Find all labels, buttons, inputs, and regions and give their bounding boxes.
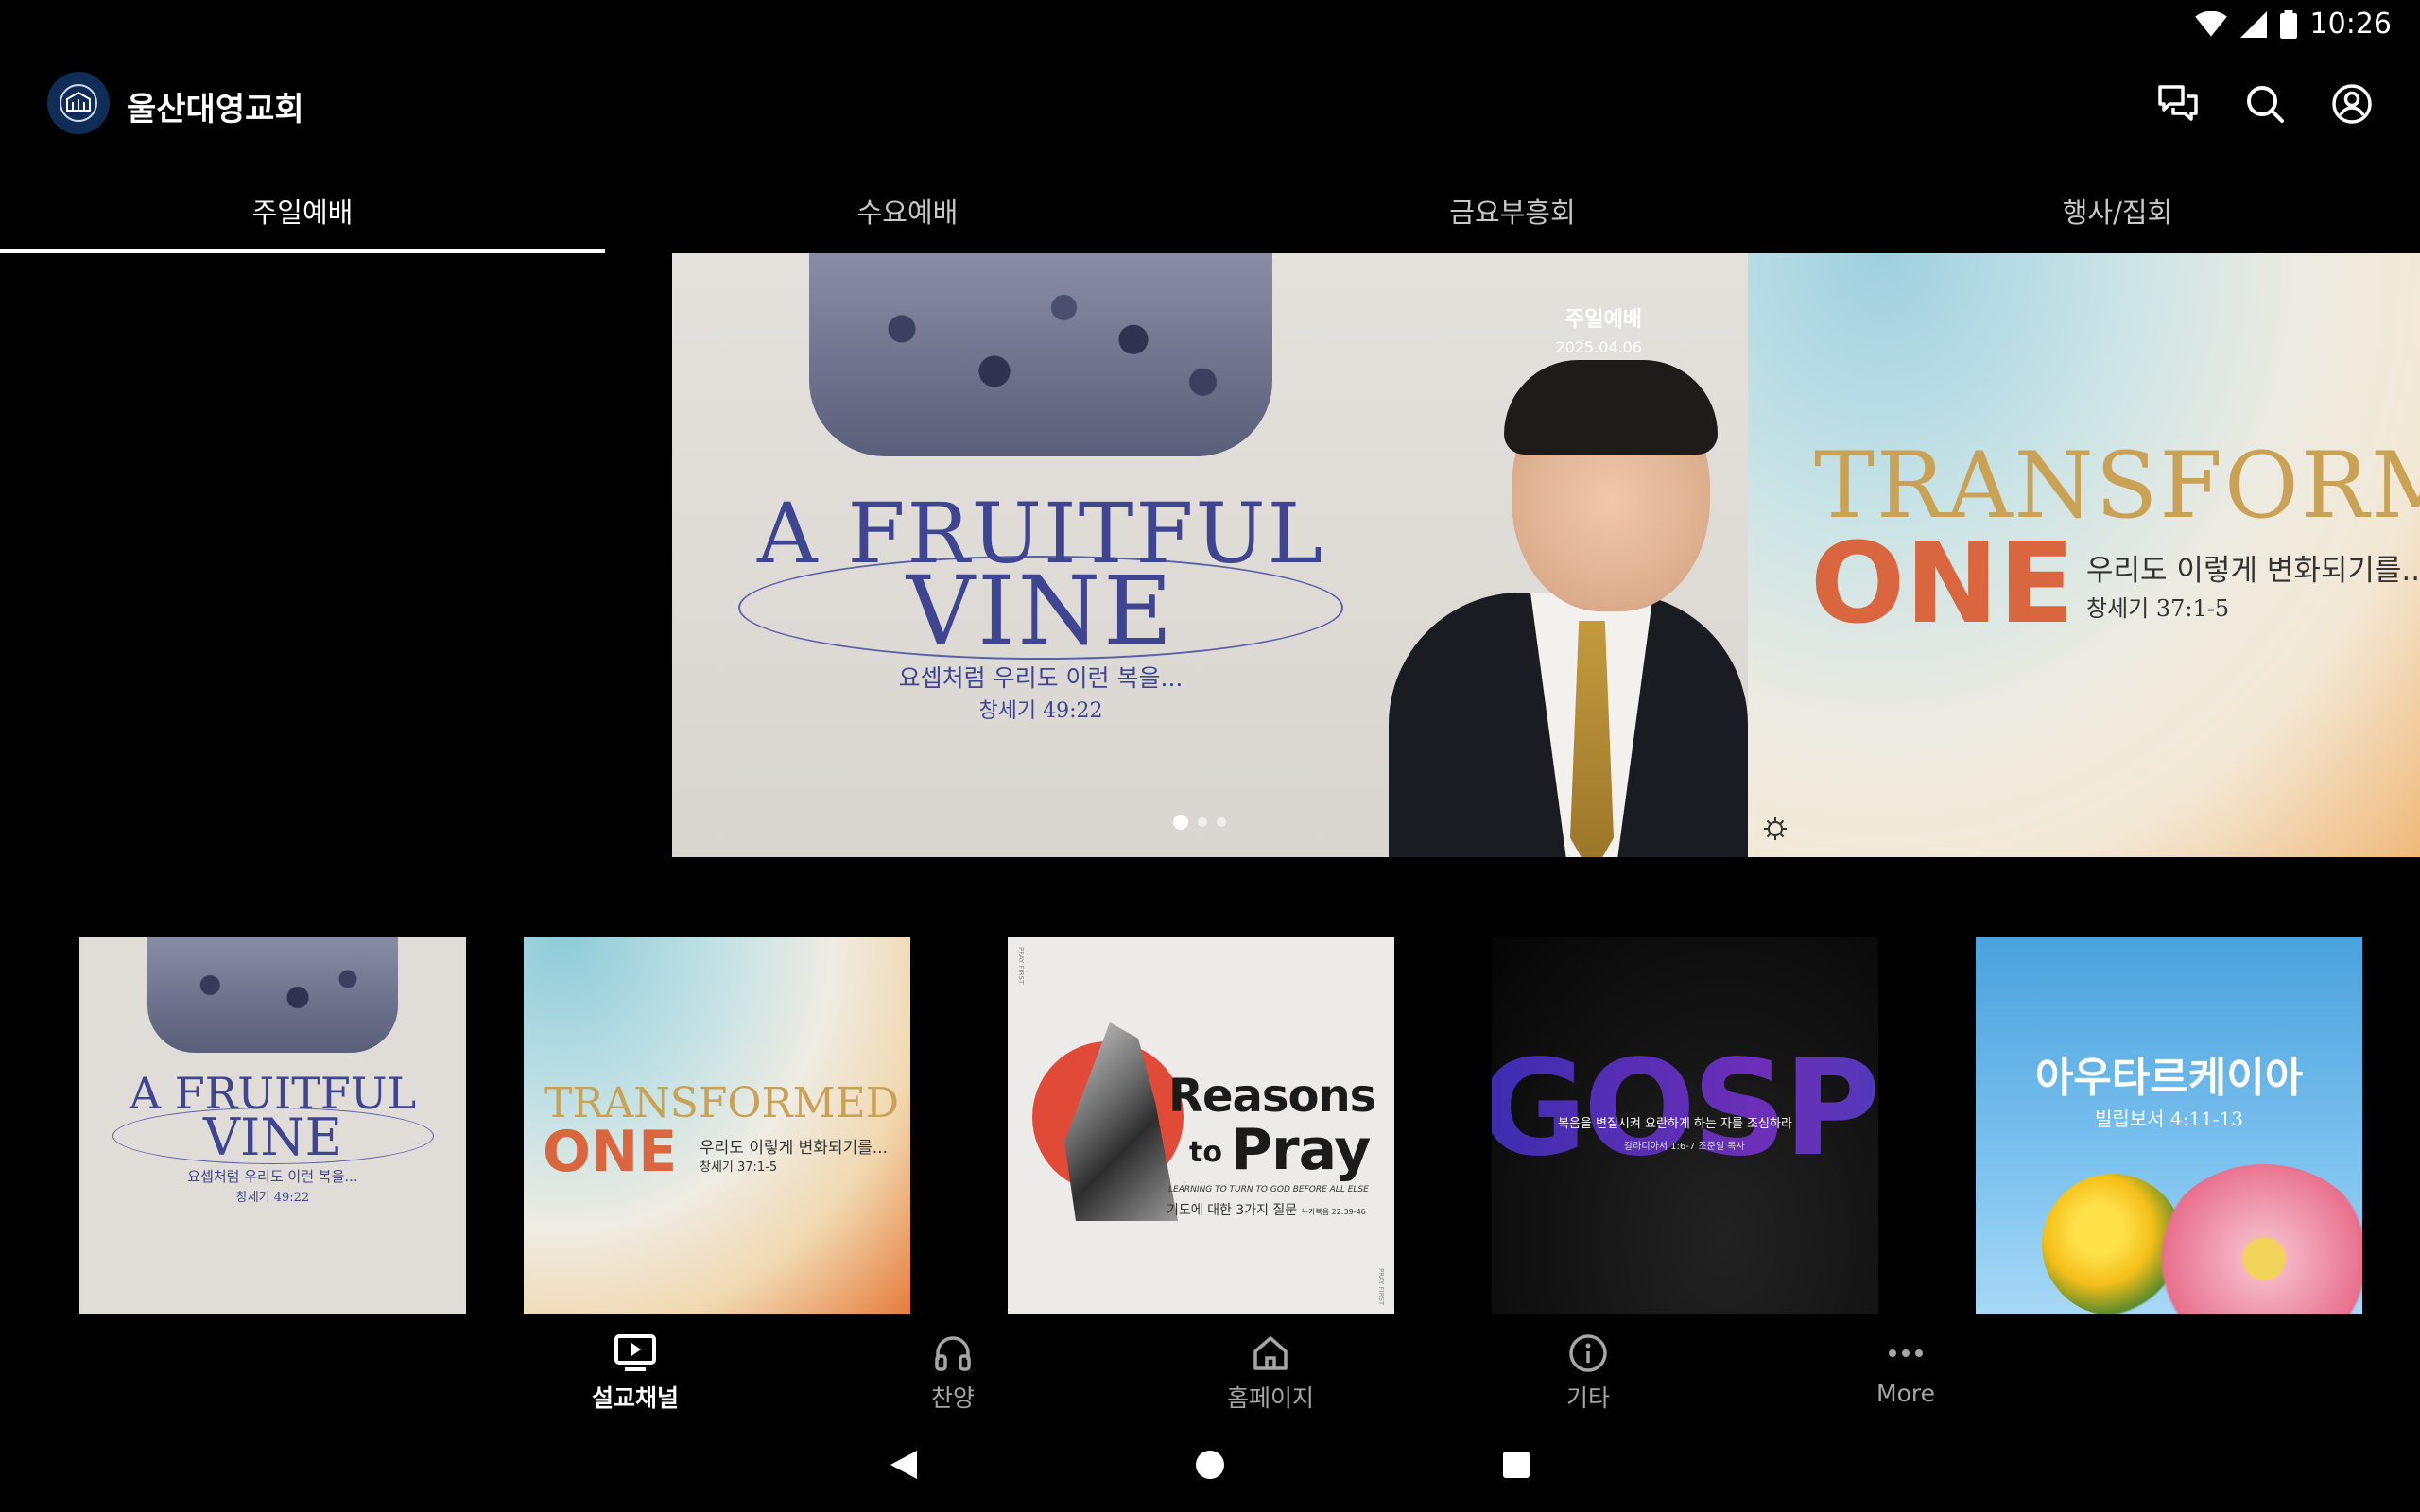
thumbnail-side-text: PRAY FIRST [1377,1267,1385,1305]
nav-label: 찬양 [930,1384,975,1412]
wifi-icon [2194,10,2227,37]
slide-tag-label: 주일예배 [1565,308,1642,332]
thumbnail-tagline: LEARNING TO TURN TO GOD BEFORE ALL ELSE [1168,1185,1369,1194]
sermon-thumbnail[interactable]: Reasons to Pray LEARNING TO TURN TO GOD … [1008,937,1394,1314]
nav-item-sermon-channel[interactable]: 설교채널 [476,1323,794,1418]
nav-item-more[interactable]: More [1747,1323,2065,1418]
thumbnail-scripture: 갈라디아서 1:6-7 조준일 목사 [1624,1142,1745,1152]
hero-carousel[interactable]: A FRUITFUL VINE 요셉처럼 우리도 이런 복을... 창세기 49… [672,253,2420,857]
grapes-image [809,253,1272,456]
account-icon[interactable] [2331,83,2373,125]
sermon-thumbnail[interactable]: GOSPEL 복음을 변질시켜 요란하게 하는 자를 조심하라 갈라디아서 1:… [1492,937,1878,1314]
tv-play-icon [613,1331,658,1376]
recents-icon[interactable] [1497,1446,1535,1484]
home-circle-icon[interactable] [1191,1446,1229,1484]
tab-sunday-worship[interactable]: 주일예배 [0,180,605,253]
sermon-thumbnail[interactable]: 아우타르케이아 빌립보서 4:11-13 [1976,937,2362,1314]
tab-bar: 주일예배 수요예배 금요부흥회 행사/집회 [0,180,2420,253]
thumbnail-subtitle: 기도에 대한 3가지 질문 누가복음 22:39-46 [1167,1200,1366,1219]
slide-title-line2: ONE [1810,518,2075,648]
thumbnail-title: GOSPEL [1492,1032,1878,1186]
status-time: 10:26 [2309,8,2392,41]
thumbnail-scripture: 누가복음 22:39-46 [1301,1208,1366,1216]
carousel-dots [1173,815,1226,830]
sermon-thumbnail[interactable]: A FRUITFUL VINE 요셉처럼 우리도 이런 복을... 창세기 49… [79,937,466,1314]
slide-subtitle: 요셉처럼 우리도 이런 복을... [898,664,1184,692]
thumbnail-subtitle-text: 기도에 대한 3가지 질문 [1167,1203,1298,1218]
search-icon[interactable] [2244,83,2286,125]
thumbnail-title-line1: Reasons [1168,1070,1376,1123]
carousel-dot[interactable] [1173,815,1188,830]
tab-wednesday-worship[interactable]: 수요예배 [605,180,1210,253]
nav-item-etc[interactable]: 기타 [1429,1323,1747,1418]
chat-icon[interactable] [2157,83,2199,125]
nav-label: 설교채널 [591,1384,679,1412]
nav-item-homepage[interactable]: 홈페이지 [1112,1323,1429,1418]
thumbnail-scripture: 창세기 37:1-5 [700,1160,778,1175]
thumbnail-title-line2: ONE [543,1119,678,1185]
pastor-photo [1389,360,1748,857]
carousel-dot[interactable] [1217,817,1226,827]
sermon-thumbnail-row: A FRUITFUL VINE 요셉처럼 우리도 이런 복을... 창세기 49… [0,937,2420,1315]
carousel-dot[interactable] [1198,817,1207,827]
grapes-image [147,937,398,1053]
slide-scripture: 창세기 37:1-5 [2086,595,2230,622]
sermon-thumbnail[interactable]: TRANSFORMED ONE 우리도 이렇게 변화되기를... 창세기 37:… [524,937,910,1314]
thumbnail-scripture: 빌립보서 4:11-13 [2094,1108,2244,1130]
thumbnail-subtitle: 우리도 이렇게 변화되기를... [700,1139,889,1158]
thumbnail-subtitle: 복음을 변질시켜 요란하게 하는 자를 조심하라 [1558,1117,1792,1131]
more-icon [1883,1331,1928,1376]
nav-item-praise[interactable]: 찬양 [794,1323,1112,1418]
signal-icon [2239,10,2267,38]
tab-friday-revival[interactable]: 금요부흥회 [1210,180,1815,253]
slide-date: 2025.04.06 [1555,338,1642,356]
headphones-icon [930,1331,976,1376]
battery-icon [2279,9,2297,39]
home-icon [1248,1331,1293,1376]
info-icon [1565,1331,1611,1376]
status-bar: 10:26 [0,0,2420,49]
thumbnail-side-text: PRAY FIRST [1017,947,1025,985]
thumbnail-title-to: to [1189,1136,1222,1169]
slide-tag: 주일예배 2025.04.06 [1555,302,1642,356]
thumbnail-title-line2: Pray [1231,1117,1371,1183]
slide-title-line2: VINE [906,556,1176,666]
nav-label: More [1876,1380,1935,1407]
app-header: 울산대영교회 [47,66,2373,142]
church-logo-icon[interactable] [47,72,110,134]
thumbnail-title-line2: VINE [203,1108,342,1167]
sun-logo-icon [1764,817,1787,840]
system-navigation-bar [0,1438,2420,1491]
carousel-slide-transformed-one[interactable]: TRANSFORMED ONE 우리도 이렇게 변화되기를... 창세기 37:… [1748,253,2420,857]
bottom-navigation: 설교채널 찬양 홈페이지 기타 More [476,1323,2065,1418]
carousel-slide-fruitful-vine[interactable]: A FRUITFUL VINE 요셉처럼 우리도 이런 복을... 창세기 49… [672,253,1748,857]
slide-scripture: 창세기 49:22 [978,699,1103,723]
slide-subtitle: 우리도 이렇게 변화되기를... [2086,554,2420,588]
back-icon[interactable] [885,1446,923,1484]
tab-events[interactable]: 행사/집회 [1815,180,2420,253]
thumbnail-title: 아우타르케이아 [2034,1054,2304,1102]
thumbnail-scripture: 창세기 49:22 [235,1191,310,1205]
flower-image [2155,1164,2362,1314]
nav-label: 기타 [1565,1384,1610,1412]
app-title: 울산대영교회 [127,91,304,129]
nav-label: 홈페이지 [1226,1384,1314,1412]
thumbnail-subtitle: 요셉처럼 우리도 이런 복을... [187,1168,358,1185]
